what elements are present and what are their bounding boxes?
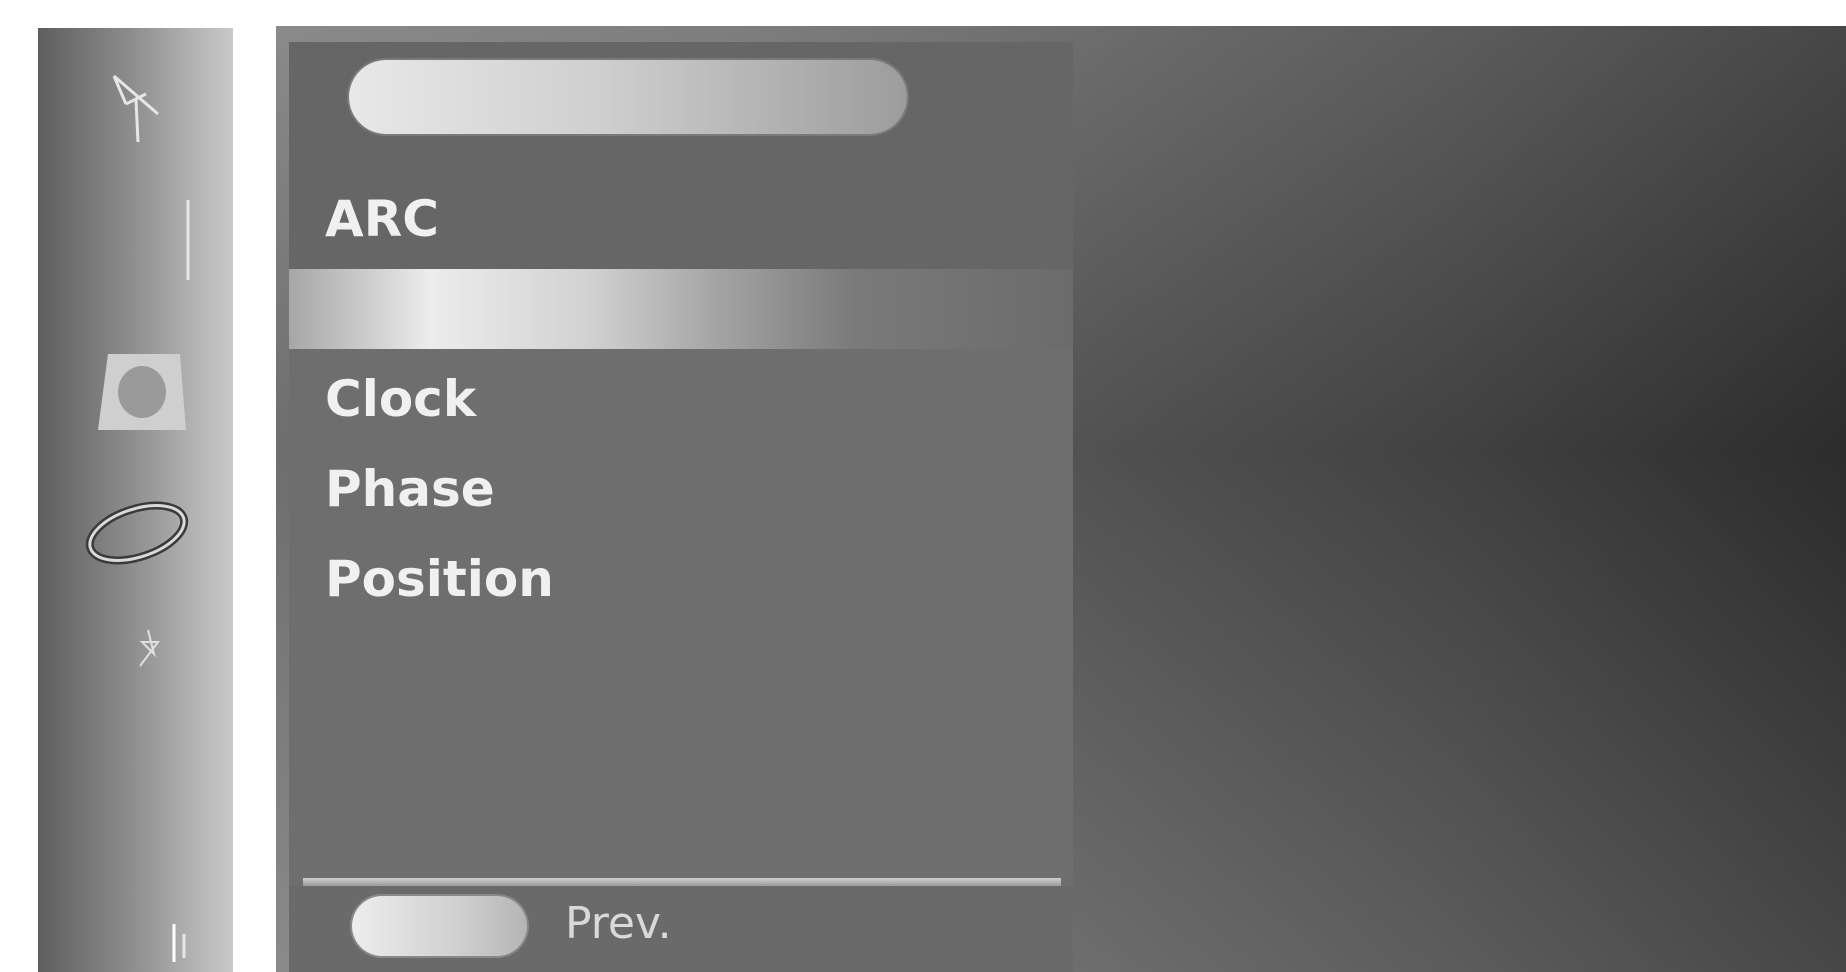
osd-icon-sidebar (38, 28, 233, 972)
bucket-icon[interactable] (94, 350, 190, 434)
footer-divider (303, 878, 1061, 886)
prev-label: Prev. (565, 898, 672, 949)
menu-item-phase[interactable]: Phase (325, 460, 495, 518)
star-icon[interactable] (128, 626, 168, 676)
menu-list-area (289, 349, 1073, 919)
lines-icon[interactable] (164, 920, 194, 966)
antenna-icon[interactable] (106, 64, 166, 144)
menu-title-pill (349, 60, 907, 134)
menu-item-selected-highlight[interactable] (289, 269, 1073, 349)
ring-icon[interactable] (82, 494, 192, 572)
prev-button[interactable] (352, 896, 527, 956)
menu-item-arc[interactable]: ARC (325, 190, 439, 248)
menu-item-clock[interactable]: Clock (325, 370, 476, 428)
menu-item-position[interactable]: Position (325, 550, 554, 608)
osd-menu-panel: ARC Clock Phase Position Prev. (289, 42, 1073, 972)
picture-icon[interactable] (178, 188, 198, 288)
